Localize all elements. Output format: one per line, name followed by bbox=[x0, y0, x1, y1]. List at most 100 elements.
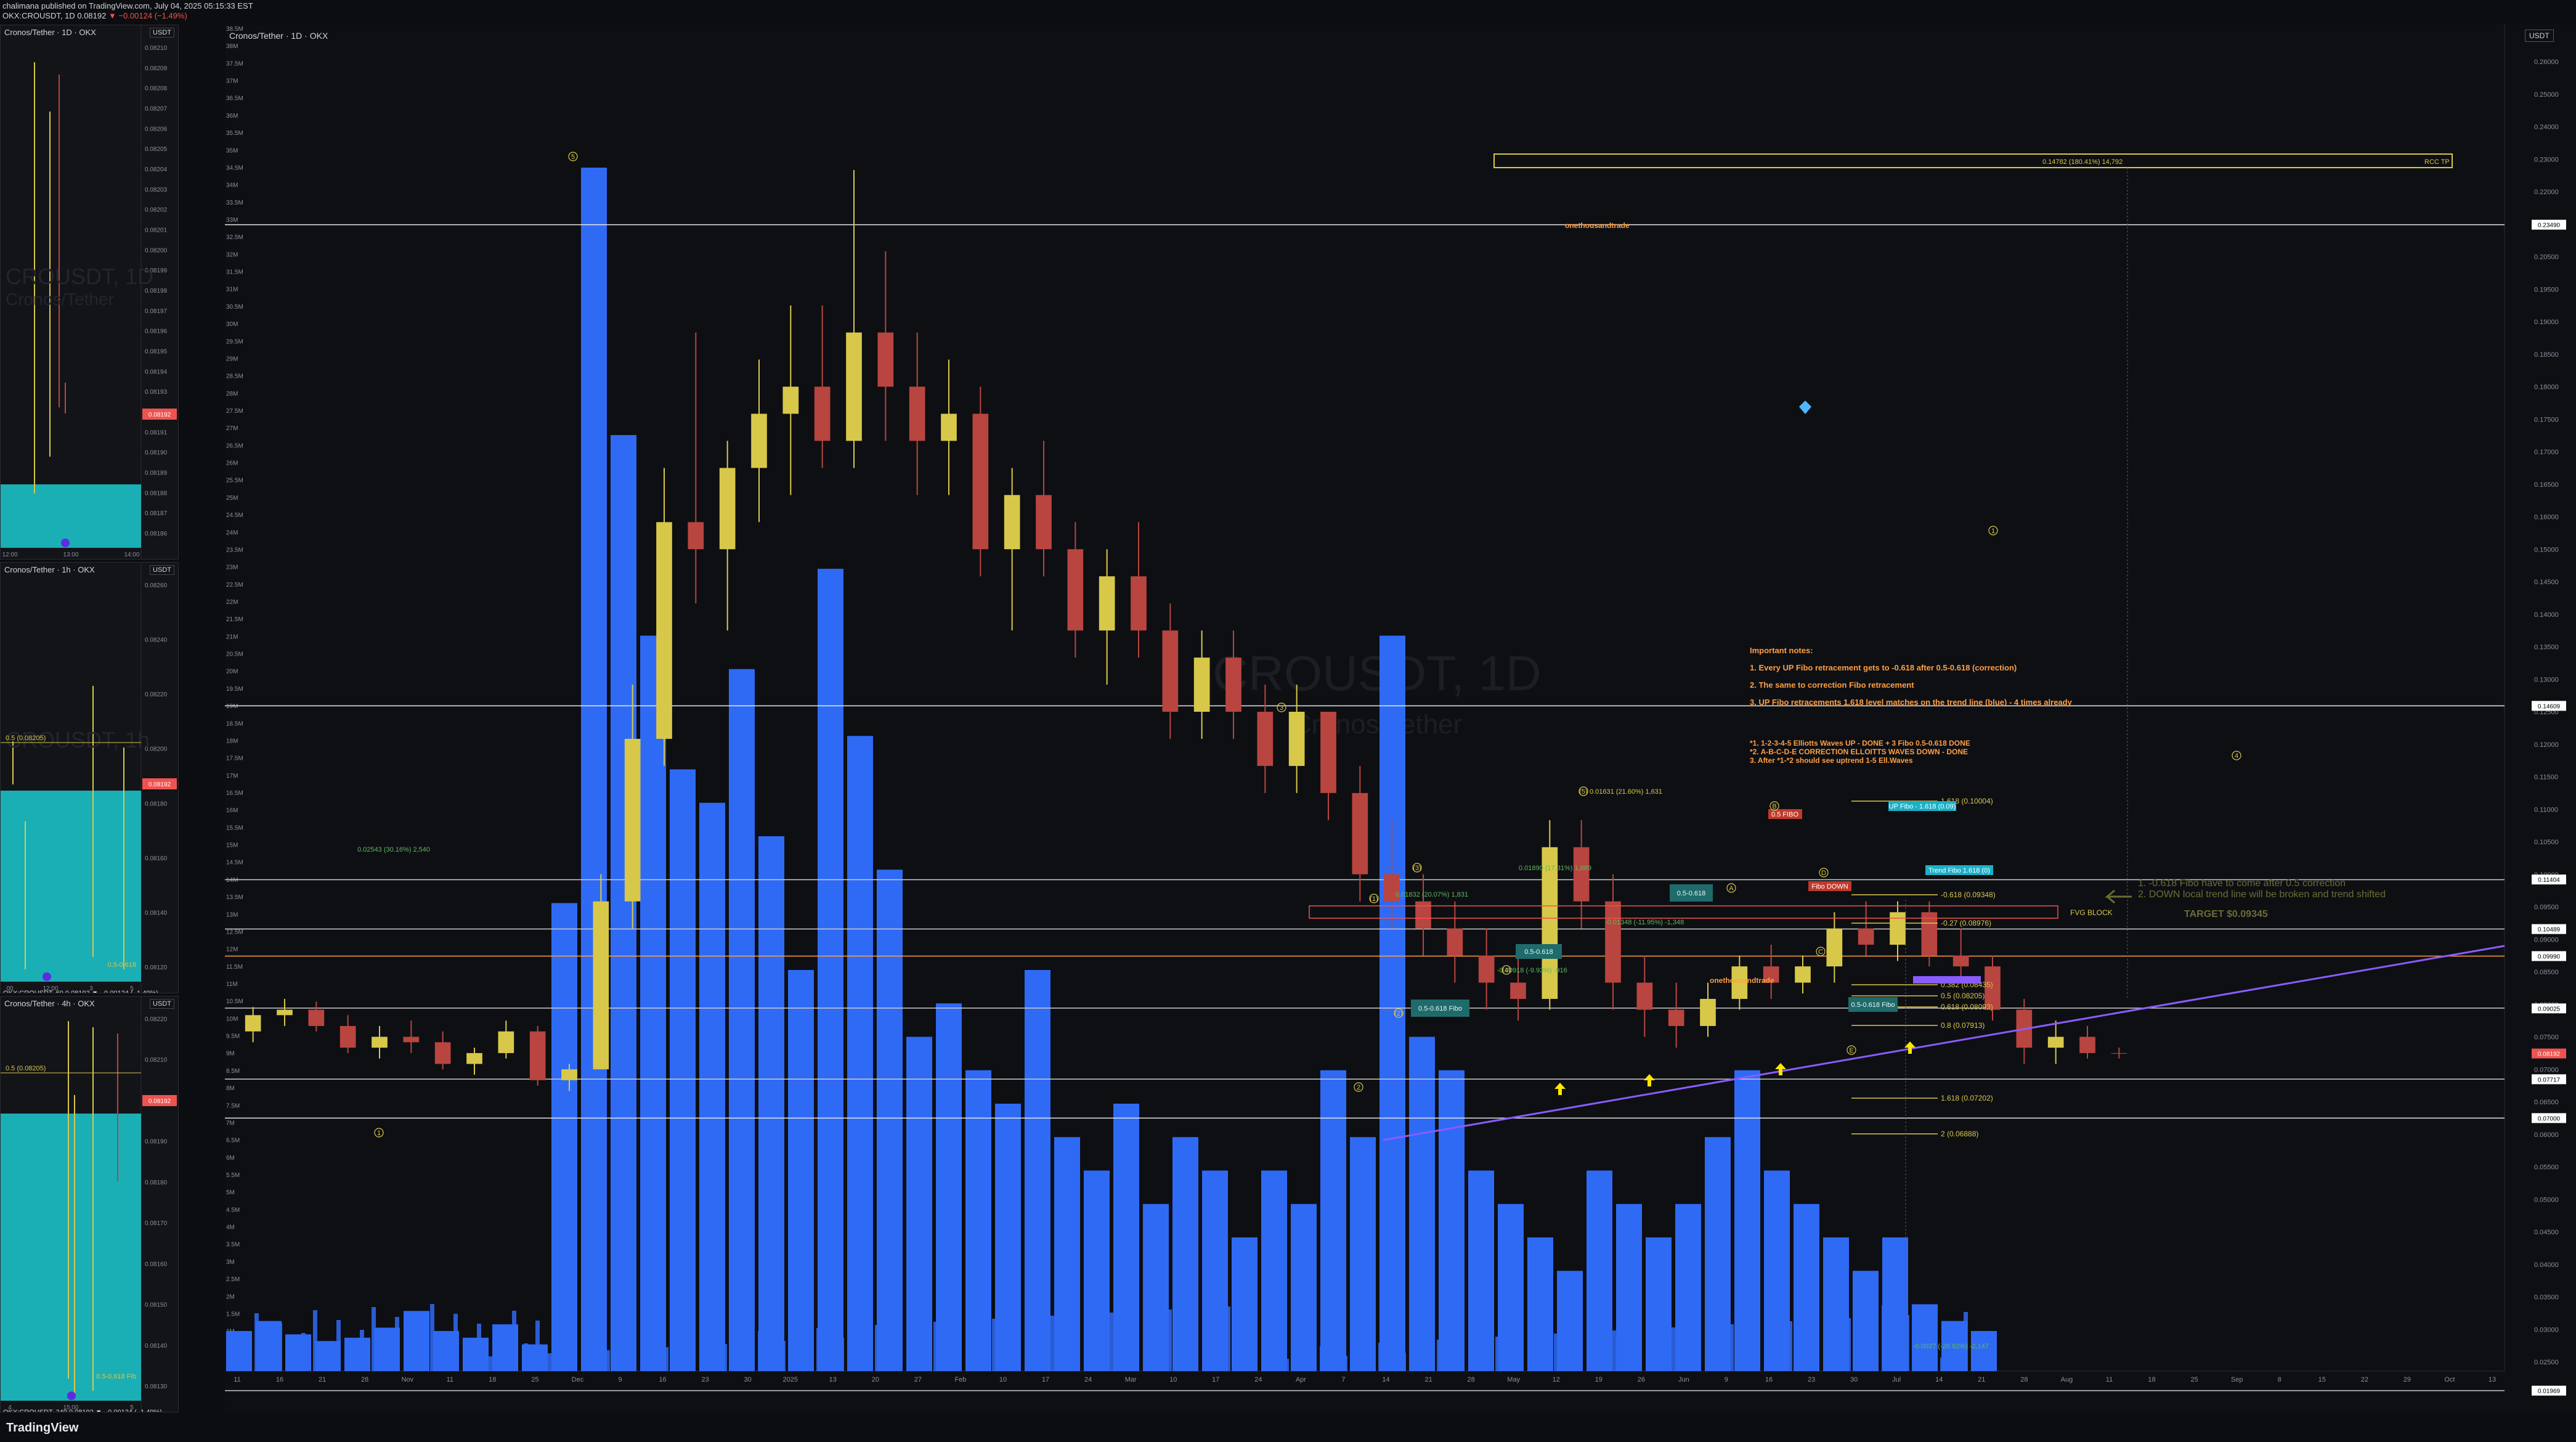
time-axis-label: 16 bbox=[276, 1376, 283, 1383]
volume-bar-minor bbox=[1495, 1337, 1500, 1371]
volume-bar bbox=[1734, 1070, 1760, 1371]
wave-label: (4) bbox=[1502, 967, 1510, 974]
price-axis-label: 0.20500 bbox=[2534, 254, 2559, 261]
side-price-label: 0.08180 bbox=[145, 800, 168, 807]
volume-bar bbox=[1084, 1170, 1110, 1371]
volume-axis-label: 3.5M bbox=[226, 1242, 240, 1249]
volume-axis-label: 33.5M bbox=[226, 200, 243, 206]
price-axis-label: 0.06000 bbox=[2534, 1131, 2559, 1139]
volume-axis-label: 30M bbox=[226, 321, 238, 328]
volume-bar-minor bbox=[1203, 1352, 1207, 1371]
volume-bar bbox=[551, 903, 577, 1371]
volume-bar bbox=[729, 669, 755, 1371]
volume-axis-label: 17.5M bbox=[226, 756, 243, 762]
candle-body bbox=[1162, 630, 1179, 712]
volume-axis-label: 28.5M bbox=[226, 373, 243, 380]
volume-bar bbox=[1912, 1304, 1938, 1371]
fvg-label: FVG BLOCK bbox=[2070, 908, 2113, 917]
side-price-tag: 0.08192 bbox=[148, 1098, 171, 1105]
volume-bar bbox=[226, 1330, 252, 1371]
volume-bar-minor bbox=[1191, 1319, 1195, 1371]
price-axis-label: 0.09500 bbox=[2534, 904, 2559, 911]
candle-body bbox=[372, 1037, 388, 1048]
volume-bar-minor bbox=[1905, 1315, 1909, 1371]
time-axis-label: May bbox=[1507, 1376, 1520, 1383]
side-price-label: 0.08170 bbox=[145, 1220, 168, 1227]
side-price-label: 0.08190 bbox=[145, 450, 168, 457]
candle-body bbox=[1890, 912, 1906, 945]
side-ohlc: OKX:CROUSDT, 60 0.08192 ▼ −0.00124 (−1.4… bbox=[3, 990, 158, 993]
volume-bar-minor bbox=[1320, 1346, 1324, 1371]
volume-bar-minor bbox=[372, 1307, 376, 1371]
tp-box bbox=[1493, 153, 2453, 168]
side-panel-1d[interactable]: Cronos/Tether · 1D · OKX USDT 0.08210 0.0… bbox=[0, 25, 179, 560]
price-tag: 0.01969 bbox=[2538, 1388, 2561, 1395]
volume-axis-label: 14.5M bbox=[226, 860, 243, 866]
volume-bar-minor bbox=[1004, 1351, 1008, 1371]
measure-label: -0.01348 (-11.95%) -1,348 bbox=[1605, 919, 1684, 926]
main-chart-panel[interactable]: 3 8.5M 38M 37.5M 37M 36.5M 36M 35.5M 35M 34.5M 34M… bbox=[225, 25, 2576, 1412]
volume-bar-minor bbox=[758, 1331, 762, 1371]
volume-bar-minor bbox=[547, 1353, 551, 1371]
wave-label: C bbox=[1818, 948, 1823, 956]
volume-axis-label: 16M bbox=[226, 807, 238, 814]
fib-level-label: 0.8 (0.07913) bbox=[1941, 1021, 1985, 1030]
fib-tag: UP Fibo - 1.618 (0.09) bbox=[1889, 803, 1956, 810]
candle-body bbox=[1131, 576, 1147, 631]
candle-body bbox=[1510, 982, 1526, 999]
note-line: 1. Every UP Fibo retracement gets to -0.… bbox=[1750, 663, 2017, 672]
time-axis-label: 21 bbox=[319, 1376, 326, 1383]
volume-axis-label: 19M bbox=[226, 703, 238, 710]
price-axis-label: 0.03000 bbox=[2534, 1326, 2559, 1334]
volume-bar-minor bbox=[1097, 1335, 1102, 1371]
volume-bar-minor bbox=[313, 1310, 317, 1371]
up-arrow-icon bbox=[1554, 1083, 1566, 1095]
side-price-label: 0.08130 bbox=[145, 1383, 168, 1390]
time-axis-label: 2025 bbox=[782, 1376, 797, 1383]
wave-label: 1 bbox=[1991, 528, 1995, 535]
up-arrow-icon bbox=[1904, 1041, 1916, 1054]
volume-axis-label: 26M bbox=[226, 460, 238, 467]
candle-body bbox=[434, 1042, 451, 1064]
measure-label: 0.01832 (20.07%) 1,831 bbox=[1396, 891, 1468, 898]
fib-zone-label: 0.5-0.618 bbox=[1524, 948, 1553, 956]
currency-button[interactable]: USDT bbox=[2525, 30, 2554, 42]
volume-bar-minor bbox=[851, 1315, 856, 1371]
side-price-label: 0.08203 bbox=[145, 187, 168, 193]
volume-bar-minor bbox=[243, 1336, 247, 1371]
time-axis-label: 23 bbox=[701, 1376, 709, 1383]
up-arrow-icon bbox=[1644, 1074, 1655, 1086]
side-price-label: 0.08120 bbox=[145, 964, 168, 971]
wave-label: (3) bbox=[1413, 865, 1421, 872]
wave-label: (5) bbox=[1579, 788, 1587, 796]
volume-axis-label: 36M bbox=[226, 113, 238, 120]
price-axis-label: 0.03500 bbox=[2534, 1294, 2559, 1301]
candle-body bbox=[1447, 928, 1463, 956]
side-panel-1h[interactable]: Cronos/Tether · 1h · OKX USDT 0.08260 0.0… bbox=[0, 562, 179, 993]
brand-tag: onethousandtrade bbox=[1565, 221, 1630, 230]
volume-axis-label: 16.5M bbox=[226, 790, 243, 797]
time-axis-label: 16 bbox=[659, 1376, 666, 1383]
volume-bar-minor bbox=[910, 1312, 914, 1371]
note-line: Important notes: bbox=[1750, 646, 1813, 655]
price-tag: 0.14609 bbox=[2538, 703, 2561, 710]
volume-bar-minor bbox=[898, 1335, 903, 1371]
candle-body bbox=[498, 1031, 514, 1053]
time-axis-label: 28 bbox=[2020, 1376, 2028, 1383]
side-panel-4h[interactable]: Cronos/Tether · 4h · OKX USDT 0.08220 0.0… bbox=[0, 996, 179, 1412]
candle-body bbox=[245, 1015, 261, 1032]
fib-level-label: 1.618 (0.07202) bbox=[1941, 1094, 1993, 1102]
candle-body bbox=[1826, 928, 1843, 967]
volume-bar bbox=[581, 168, 607, 1371]
candle-body bbox=[2047, 1037, 2064, 1048]
volume-bar bbox=[670, 769, 696, 1371]
volume-bar-minor bbox=[1683, 1305, 1687, 1371]
time-axis-label: 11 bbox=[447, 1376, 453, 1383]
candle-body bbox=[403, 1037, 420, 1043]
volume-bar-minor bbox=[945, 1354, 949, 1371]
volume-axis-label: 31.5M bbox=[226, 269, 243, 276]
candle-body bbox=[1636, 982, 1653, 1010]
brand-tag: onethousandtrade bbox=[1710, 976, 1774, 985]
time-axis-label: Oct bbox=[2444, 1376, 2455, 1383]
time-axis-label: 23 bbox=[1808, 1376, 1815, 1383]
